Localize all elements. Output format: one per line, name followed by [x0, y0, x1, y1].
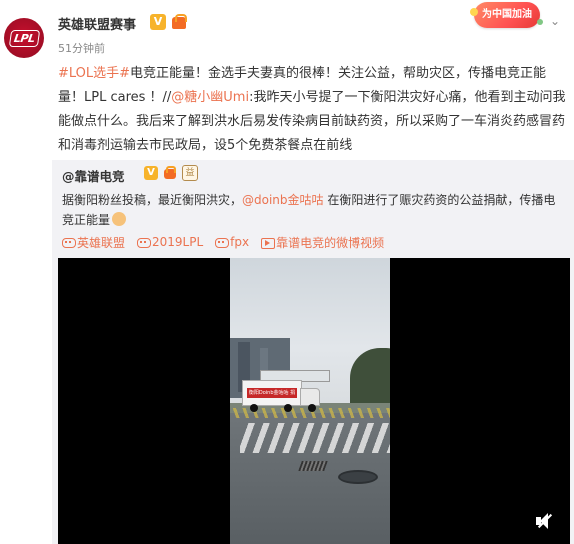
truck-wheel — [250, 404, 258, 412]
video-icon — [261, 236, 276, 249]
truck-box: 衡阳Doinb金咕咕 捐药支援 — [242, 380, 302, 406]
video-player[interactable]: 衡阳Doinb金咕咕 捐药支援 — [58, 258, 570, 544]
topic-link-2019lpl[interactable]: 2019LPL — [137, 233, 203, 251]
topic-label: 英雄联盟 — [77, 235, 126, 250]
topic-tag-link[interactable]: #LOL选手# — [58, 66, 130, 81]
topic-label: fpx — [230, 235, 250, 249]
topic-label: 靠谱电竞的微博视频 — [276, 235, 385, 250]
game-icon — [137, 236, 152, 248]
verified-badge-icon: V — [150, 14, 166, 30]
game-icon — [62, 236, 76, 248]
repost-text-part: 据衡阳粉丝投稿，最近衡阳洪灾， — [62, 193, 243, 207]
level-badge-icon — [162, 165, 178, 181]
mention-link[interactable]: @doinb金咕咕 — [242, 193, 324, 207]
video-manhole — [338, 470, 378, 484]
video-truck: 衡阳Doinb金咕咕 捐药支援 — [242, 380, 320, 416]
author-avatar[interactable]: LPL — [4, 18, 44, 58]
lpl-logo: LPL — [8, 29, 40, 47]
post-timestamp[interactable]: 51分钟前 — [58, 40, 105, 56]
game-icon — [215, 236, 230, 248]
charity-badge-icon: 益 — [182, 165, 198, 181]
topic-label: 2019LPL — [152, 235, 204, 249]
truck-wheel — [308, 404, 316, 412]
repost-author-name[interactable]: @靠谱电竞 — [62, 166, 125, 185]
post-content: #LOL选手#电竞正能量！金选手夫妻真的很棒！关注公益，帮助灾区，传播电竞正能量… — [58, 62, 568, 158]
fist-emoji-icon — [112, 212, 127, 226]
mention-link[interactable]: @糖小幽Umi — [171, 90, 249, 105]
chevron-down-icon[interactable]: ⌄ — [550, 14, 560, 28]
topic-link-fpx[interactable]: fpx — [215, 233, 249, 251]
topic-links: 英雄联盟 2019LPL fpx 靠谱电竞的微博视频 — [62, 233, 384, 251]
truck-wheel — [284, 404, 292, 412]
truck-banner: 衡阳Doinb金咕咕 捐药支援 — [247, 388, 297, 398]
video-frame: 衡阳Doinb金咕咕 捐药支援 — [230, 258, 390, 544]
post-header: LPL 英雄联盟赛事 V 51分钟前 为中国加油 ⌄ — [0, 0, 574, 60]
topic-link-video[interactable]: 靠谱电竞的微博视频 — [261, 233, 384, 251]
verified-badge-icon: V — [144, 166, 158, 180]
promo-badge[interactable]: 为中国加油 — [470, 2, 543, 28]
video-crosswalk — [240, 423, 390, 453]
repost-card: @靠谱电竞 V 益 据衡阳粉丝投稿，最近衡阳洪灾，@doinb金咕咕 在衡阳进行… — [52, 160, 574, 544]
level-badge-icon — [170, 13, 188, 31]
author-name[interactable]: 英雄联盟赛事 — [58, 14, 136, 33]
topic-link-lol[interactable]: 英雄联盟 — [62, 233, 125, 251]
repost-content: 据衡阳粉丝投稿，最近衡阳洪灾，@doinb金咕咕 在衡阳进行了赈灾药资的公益捐献… — [62, 190, 567, 230]
video-drain-grate — [298, 461, 328, 471]
